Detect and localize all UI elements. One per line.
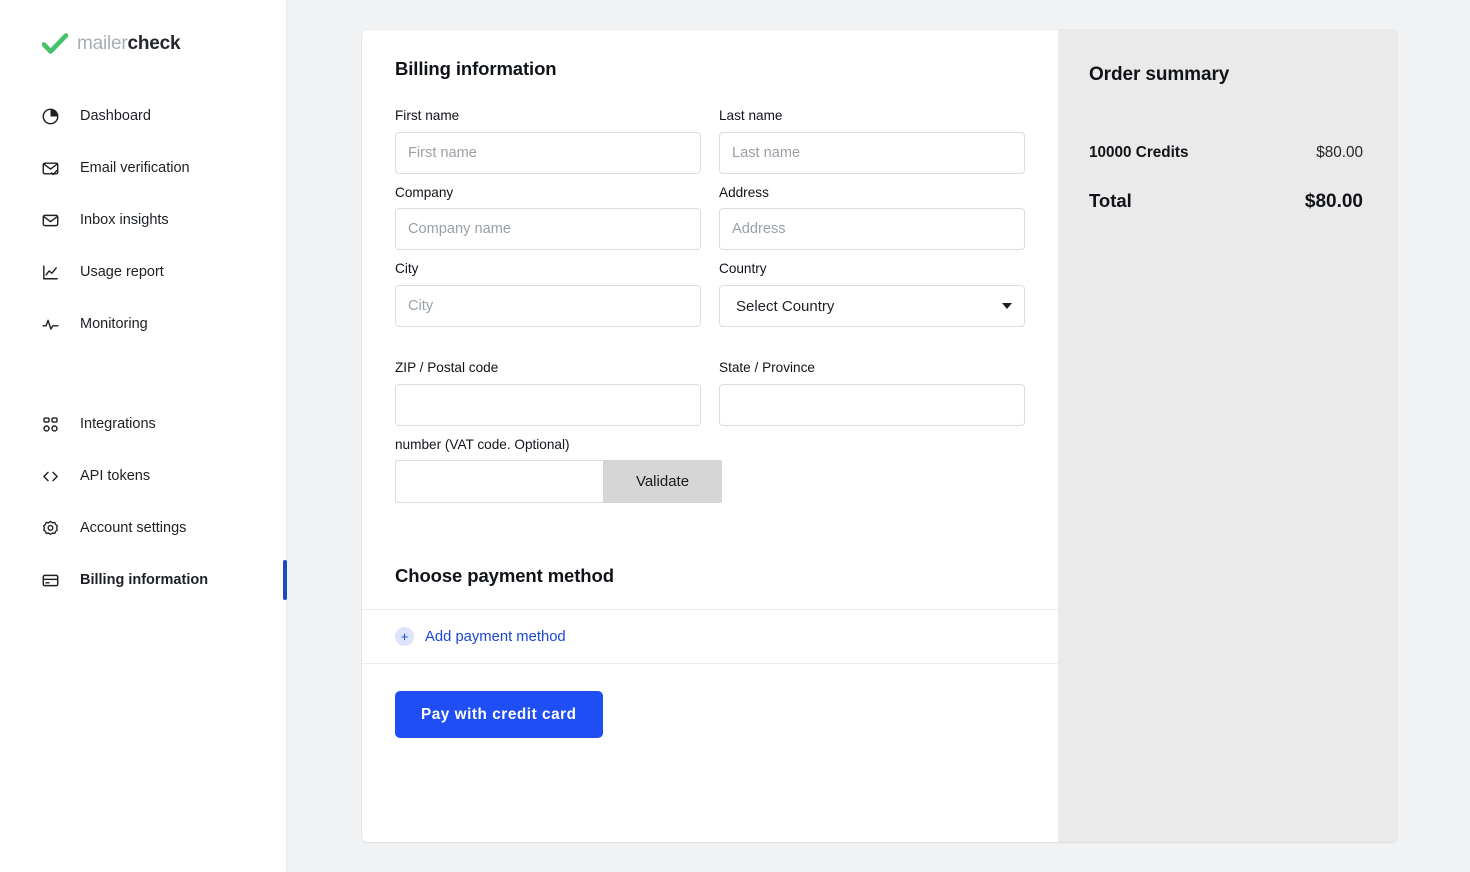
sidebar-item-api-tokens[interactable]: API tokens	[0, 450, 286, 502]
field-vat: number (VAT code. Optional) Validate	[395, 436, 722, 504]
order-total-value: $80.00	[1304, 191, 1363, 212]
brand-name-bold: check	[127, 33, 181, 54]
checkmark-icon	[41, 33, 69, 55]
zip-state-row: ZIP / Postal code State / Province	[395, 359, 1025, 436]
address-input[interactable]	[719, 208, 1025, 251]
sidebar-nav: Dashboard Email verification Inbox insig…	[0, 90, 287, 606]
name-row: First name Last name	[395, 107, 1025, 184]
sidebar-group-separator	[0, 350, 286, 398]
sidebar-item-dashboard[interactable]: Dashboard	[0, 90, 286, 142]
sidebar-group-secondary: Integrations API tokens Account settings…	[0, 398, 287, 606]
last-name-input[interactable]	[719, 131, 1025, 174]
sidebar-item-monitoring[interactable]: Monitoring	[0, 298, 286, 350]
pay-with-credit-card-button[interactable]: Pay with credit card	[395, 691, 603, 739]
field-address: Address	[719, 184, 1025, 251]
city-input[interactable]	[395, 285, 701, 328]
sidebar-item-label: Account settings	[80, 520, 187, 536]
brand-logo[interactable]: mailercheck	[0, 0, 286, 54]
field-zip: ZIP / Postal code	[395, 359, 701, 426]
state-label: State / Province	[719, 360, 815, 376]
payment-section-title: Choose payment method	[395, 565, 614, 587]
main-content: Billing information First name Last name	[287, 0, 1470, 872]
vat-input[interactable]	[395, 460, 603, 504]
validate-vat-button[interactable]: Validate	[603, 460, 722, 504]
add-payment-method-row[interactable]: + Add payment method	[362, 610, 1058, 663]
sidebar-group-primary: Dashboard Email verification Inbox insig…	[0, 90, 286, 350]
credit-card-icon	[41, 571, 60, 590]
first-name-input[interactable]	[395, 131, 701, 174]
checkout-card: Billing information First name Last name	[362, 30, 1397, 842]
last-name-label: Last name	[719, 108, 783, 123]
sidebar-item-label: Billing information	[80, 572, 209, 588]
pie-chart-icon	[41, 107, 60, 126]
envelope-check-icon	[41, 159, 60, 178]
activity-pulse-icon	[41, 315, 60, 334]
billing-form: Billing information First name Last name	[362, 30, 1058, 504]
company-input[interactable]	[395, 208, 701, 251]
order-total-label: Total	[1089, 190, 1132, 211]
vat-input-group: Validate	[395, 460, 722, 504]
country-select-wrap: Select Country	[719, 285, 1025, 328]
grid-apps-icon	[41, 415, 60, 434]
line-chart-icon	[41, 263, 60, 282]
field-city: City	[395, 260, 701, 328]
order-summary-title: Order summary	[1089, 64, 1230, 85]
sidebar: mailercheck Dashboard Email verification…	[0, 0, 287, 872]
sidebar-item-billing-information[interactable]: Billing information	[0, 554, 287, 606]
sidebar-item-inbox-insights[interactable]: Inbox insights	[0, 194, 286, 246]
app-root: mailercheck Dashboard Email verification…	[0, 0, 1470, 872]
company-address-row: Company Address	[395, 184, 1025, 261]
first-name-label: First name	[395, 108, 460, 123]
page-title: Billing information	[395, 58, 557, 79]
order-line-value: $80.00	[1316, 144, 1363, 161]
plus-icon: +	[395, 627, 414, 647]
sidebar-item-label: Inbox insights	[80, 212, 169, 228]
address-label: Address	[719, 184, 769, 200]
field-last-name: Last name	[719, 107, 1025, 174]
order-total-row: Total $80.00	[1089, 190, 1363, 213]
sidebar-item-label: Email verification	[80, 160, 190, 176]
code-brackets-icon	[41, 467, 60, 486]
zip-input[interactable]	[395, 383, 701, 426]
country-selected-value: Select Country	[736, 297, 835, 315]
order-summary-panel: Order summary 10000 Credits $80.00 Total…	[1058, 30, 1397, 842]
city-country-row: City Country Select Country	[395, 260, 1025, 337]
sidebar-item-integrations[interactable]: Integrations	[0, 398, 286, 450]
gear-icon	[41, 519, 60, 538]
company-label: Company	[395, 184, 454, 200]
field-first-name: First name	[395, 107, 701, 174]
pay-action-area: Pay with credit card	[362, 664, 1058, 739]
city-label: City	[395, 261, 419, 277]
billing-form-panel: Billing information First name Last name	[362, 30, 1058, 842]
brand-name: mailercheck	[77, 33, 181, 55]
sidebar-item-label: Dashboard	[80, 108, 151, 124]
sidebar-item-usage-report[interactable]: Usage report	[0, 246, 286, 298]
zip-label: ZIP / Postal code	[395, 360, 499, 376]
order-line-label: 10000 Credits	[1089, 144, 1189, 161]
vat-label: number (VAT code. Optional)	[395, 436, 570, 452]
field-country: Country Select Country	[719, 260, 1025, 328]
sidebar-item-label: API tokens	[80, 468, 151, 484]
add-payment-method-label: Add payment method	[425, 628, 566, 645]
sidebar-item-label: Integrations	[80, 416, 156, 432]
order-line-item: 10000 Credits $80.00	[1089, 144, 1363, 162]
country-select[interactable]: Select Country	[719, 285, 1025, 328]
field-state: State / Province	[719, 359, 1025, 426]
field-company: Company	[395, 184, 701, 251]
inbox-icon	[41, 211, 60, 230]
state-input[interactable]	[719, 383, 1025, 426]
sidebar-item-label: Usage report	[80, 264, 164, 280]
row-spacer	[395, 337, 1025, 359]
brand-name-light: mailer	[77, 33, 128, 54]
sidebar-item-account-settings[interactable]: Account settings	[0, 502, 286, 554]
order-summary: Order summary 10000 Credits $80.00 Total…	[1058, 30, 1397, 213]
country-label: Country	[719, 261, 767, 277]
sidebar-item-email-verification[interactable]: Email verification	[0, 142, 286, 194]
sidebar-item-label: Monitoring	[80, 316, 148, 332]
